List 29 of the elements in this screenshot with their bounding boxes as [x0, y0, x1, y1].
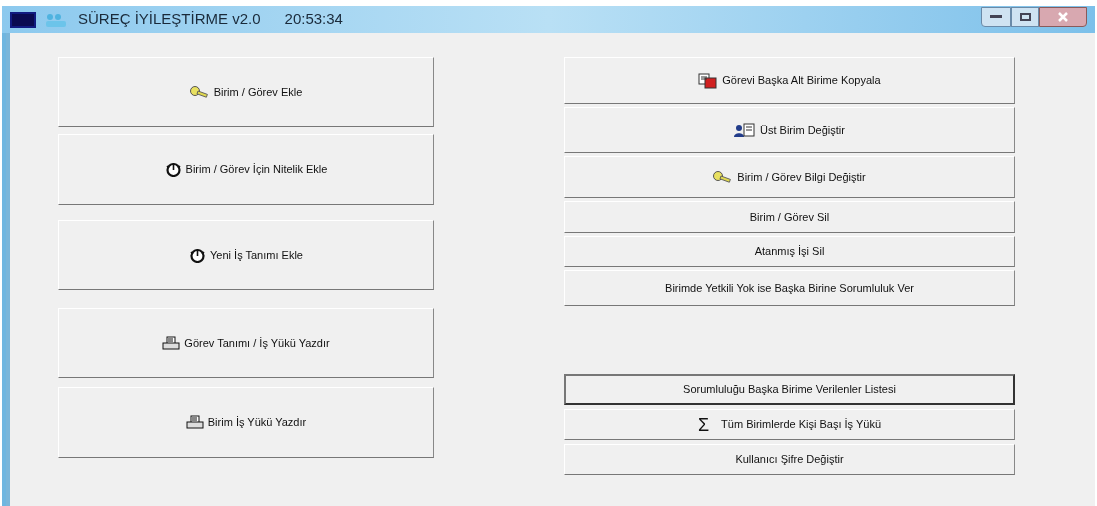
key-icon	[189, 85, 210, 99]
copy-icon	[698, 72, 719, 89]
action-button[interactable]: Üst Birim Değiştir	[564, 107, 1015, 153]
printer-icon	[185, 415, 204, 430]
action-button[interactable]: Atanmış İşi Sil	[564, 236, 1015, 267]
minimize-button[interactable]	[981, 6, 1011, 27]
window-title: SÜREÇ İYİLEŞTİRME v2.0	[78, 9, 261, 30]
stopwatch-icon	[164, 162, 182, 177]
action-button[interactable]: Görevi Başka Alt Birime Kopyala	[564, 57, 1015, 104]
action-button[interactable]: Sorumluluğu Başka Birime Verilenler Listesi	[564, 374, 1015, 405]
action-button[interactable]: Yeni İş Tanımı Ekle	[58, 220, 434, 290]
action-button[interactable]: Birim / Görev İçin Nitelik Ekle	[58, 134, 434, 205]
stopwatch-icon	[189, 247, 206, 263]
action-button[interactable]: Birim / Görev Ekle	[58, 57, 434, 127]
clock-text: 20:53:34	[284, 9, 343, 30]
printer-icon	[162, 335, 181, 351]
key-icon	[713, 170, 734, 184]
action-button[interactable]: Birim İş Yükü Yazdır	[58, 387, 434, 458]
close-icon	[1058, 11, 1068, 22]
people-doc-icon	[734, 122, 756, 138]
action-button[interactable]: Görev Tanımı / İş Yükü Yazdır	[58, 308, 434, 378]
action-button[interactable]: Kullanıcı Şifre Değiştir	[564, 444, 1015, 475]
action-button[interactable]: Birimde Yetkili Yok ise Başka Birine Sorumluluk Ver	[564, 270, 1015, 306]
action-button[interactable]: Birim / Görev Sil	[564, 201, 1015, 233]
app-icon	[10, 11, 36, 28]
close-button[interactable]	[1039, 6, 1087, 27]
action-button[interactable]: Σ Tüm Birimlerde Kişi Başı İş Yükü	[564, 409, 1015, 440]
maximize-button[interactable]	[1011, 6, 1039, 27]
action-button[interactable]: Birim / Görev Bilgi Değiştir	[564, 156, 1015, 198]
